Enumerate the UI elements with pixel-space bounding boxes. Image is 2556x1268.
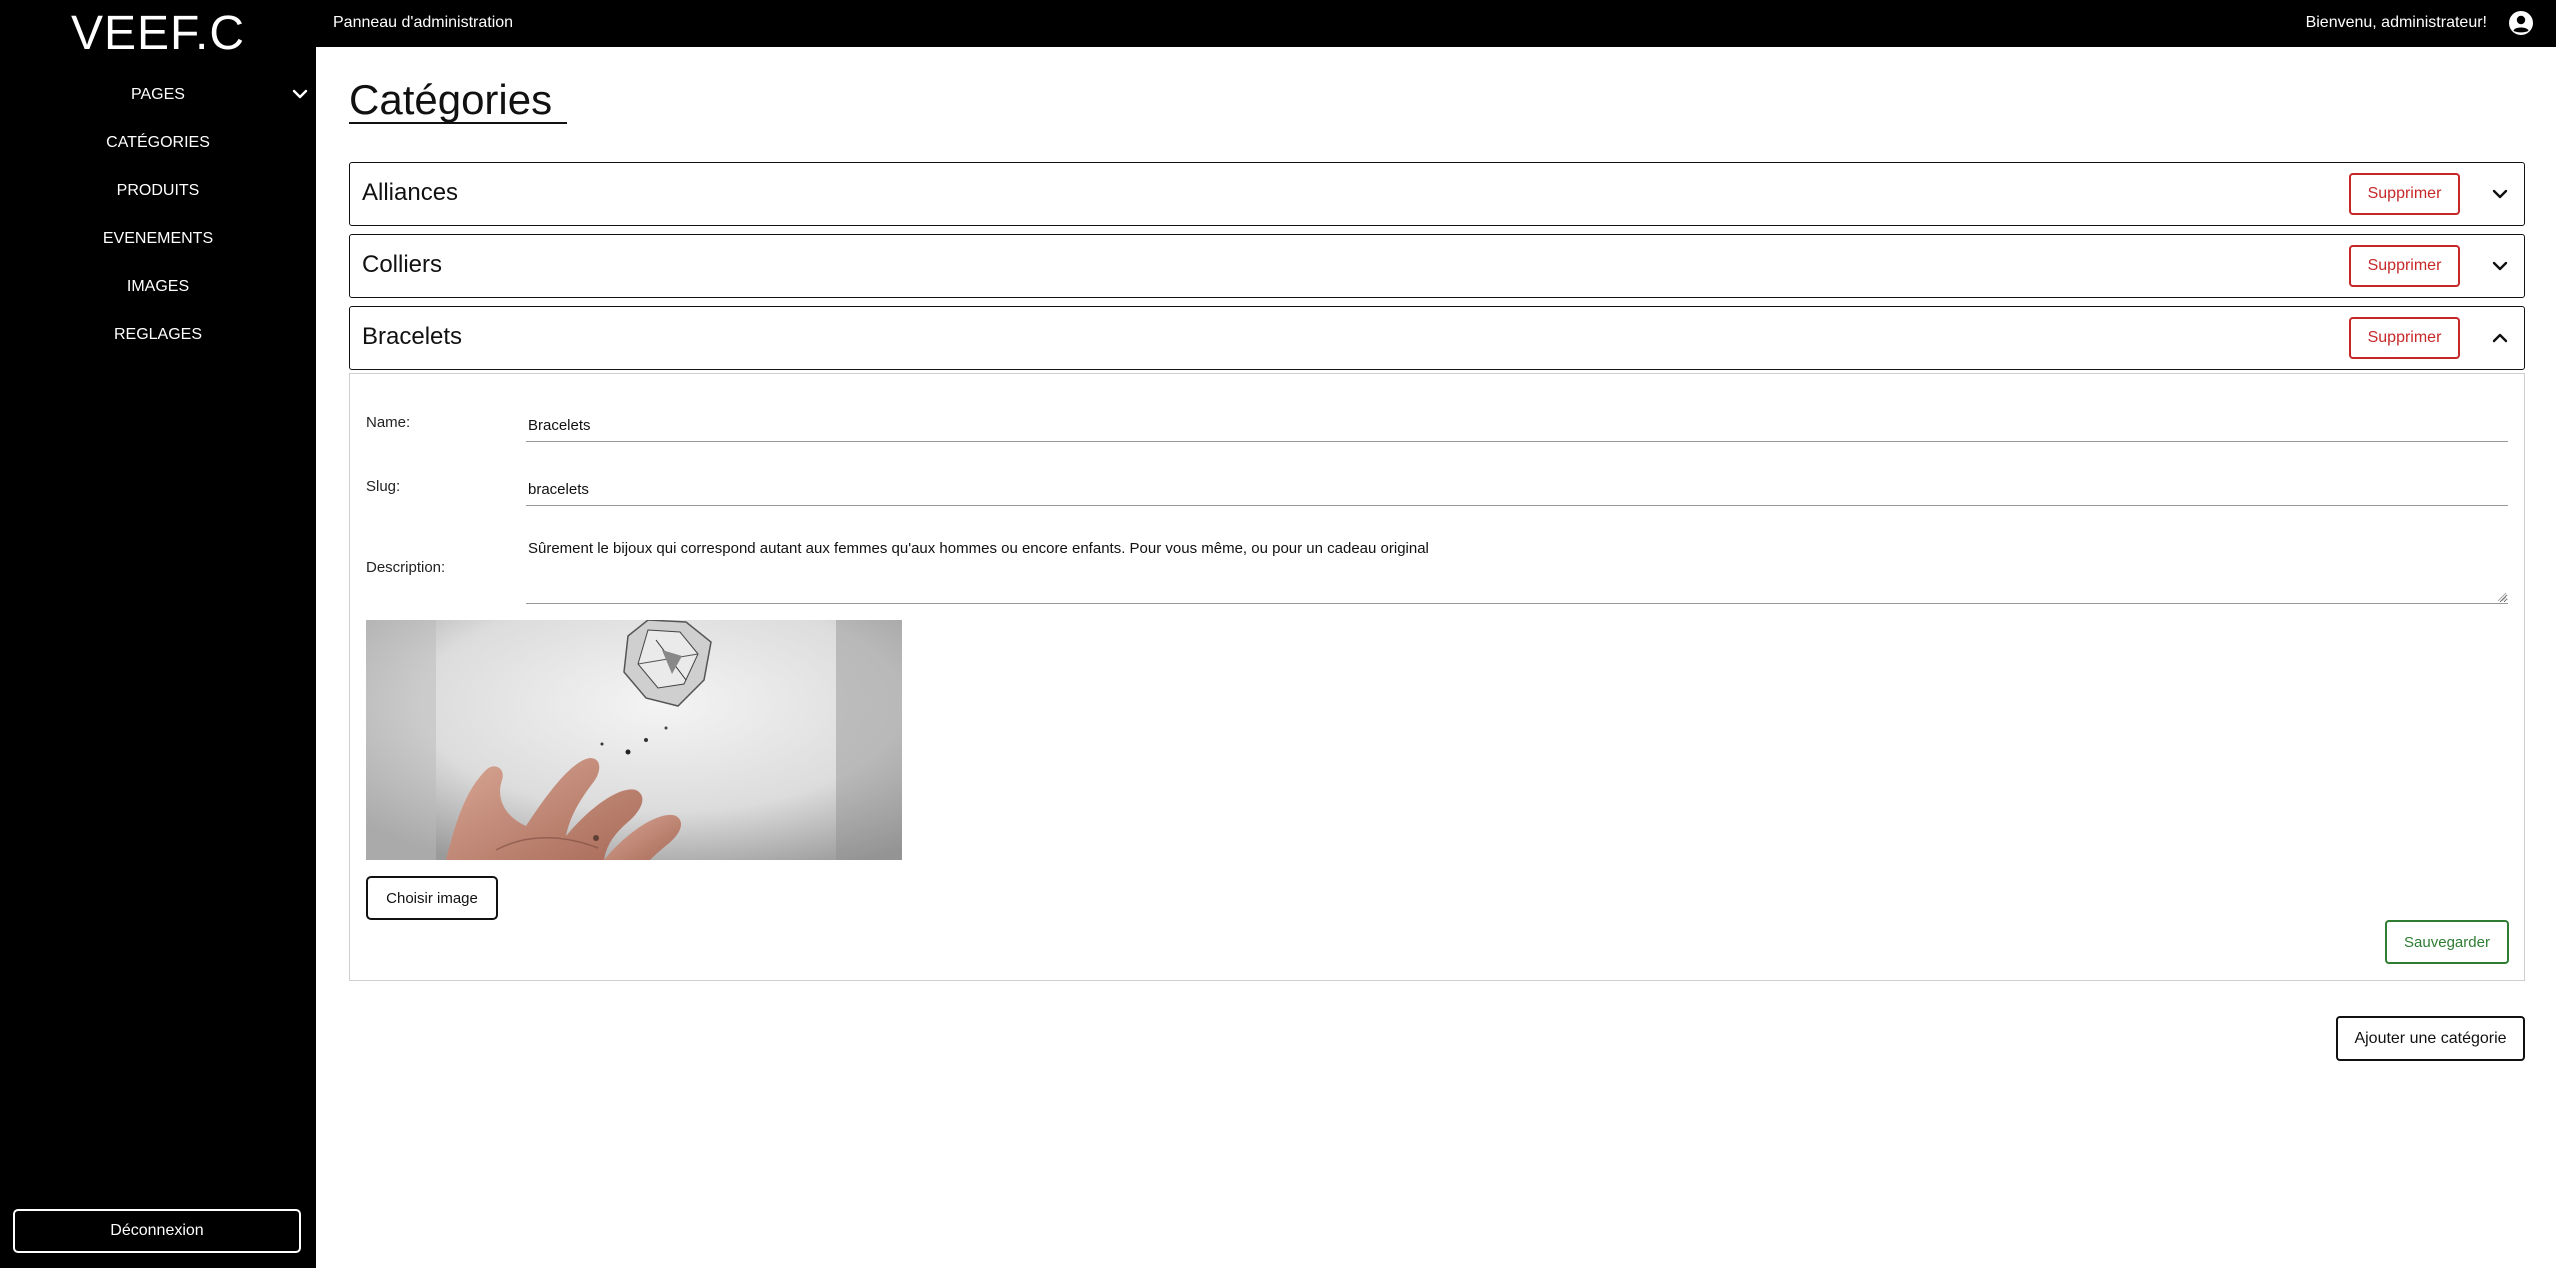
name-input[interactable] [526, 406, 2508, 442]
chevron-up-icon[interactable] [2489, 327, 2511, 349]
delete-button[interactable]: Supprimer [2349, 245, 2460, 287]
resize-grip-icon[interactable] [2496, 591, 2506, 601]
user-circle-icon[interactable] [2508, 10, 2534, 36]
sidebar-item-images[interactable]: IMAGES [0, 278, 316, 296]
welcome-text: Bienvenu, administrateur! [2305, 14, 2487, 31]
page-title: Catégories [349, 76, 553, 123]
sidebar-item-pages[interactable]: PAGES [0, 86, 316, 104]
add-category-button[interactable]: Ajouter une catégorie [2336, 1016, 2525, 1061]
slug-input[interactable] [526, 470, 2508, 506]
category-name: Alliances [362, 179, 459, 206]
sidebar-item-categories[interactable]: CATÉGORIES [0, 134, 316, 152]
category-edit-panel: Name: Slug: Description: Sûrement le bij… [349, 373, 2525, 981]
topbar: Panneau d'administration Bienvenu, admin… [316, 0, 2556, 47]
category-row-colliers[interactable]: Colliers Supprimer [349, 234, 2525, 298]
delete-button[interactable]: Supprimer [2349, 317, 2460, 359]
sidebar: VEEF.C PAGES CATÉGORIES PRODUITS EVENEME… [0, 0, 316, 1268]
delete-button[interactable]: Supprimer [2349, 173, 2460, 215]
slug-label: Slug: [366, 478, 401, 495]
logo: VEEF.C [70, 7, 246, 60]
title-underline [349, 122, 567, 124]
sidebar-item-settings[interactable]: REGLAGES [0, 326, 316, 344]
category-image [366, 620, 902, 860]
category-name: Bracelets [362, 323, 463, 350]
admin-panel-title: Panneau d'administration [333, 14, 514, 31]
category-name: Colliers [362, 251, 443, 278]
name-label: Name: [366, 414, 411, 431]
sidebar-item-events[interactable]: EVENEMENTS [0, 230, 316, 248]
category-row-bracelets[interactable]: Bracelets Supprimer [349, 306, 2525, 370]
description-label: Description: [366, 559, 446, 576]
chevron-down-icon[interactable] [290, 84, 310, 104]
chevron-down-icon[interactable] [2489, 255, 2511, 277]
category-row-alliances[interactable]: Alliances Supprimer [349, 162, 2525, 226]
choose-image-button[interactable]: Choisir image [366, 876, 498, 920]
description-textarea[interactable]: Sûrement le bijoux qui correspond autant… [526, 536, 2508, 604]
sidebar-item-products[interactable]: PRODUITS [0, 182, 316, 200]
save-button[interactable]: Sauvegarder [2385, 920, 2509, 964]
chevron-down-icon[interactable] [2489, 183, 2511, 205]
logout-button[interactable]: Déconnexion [13, 1209, 301, 1253]
